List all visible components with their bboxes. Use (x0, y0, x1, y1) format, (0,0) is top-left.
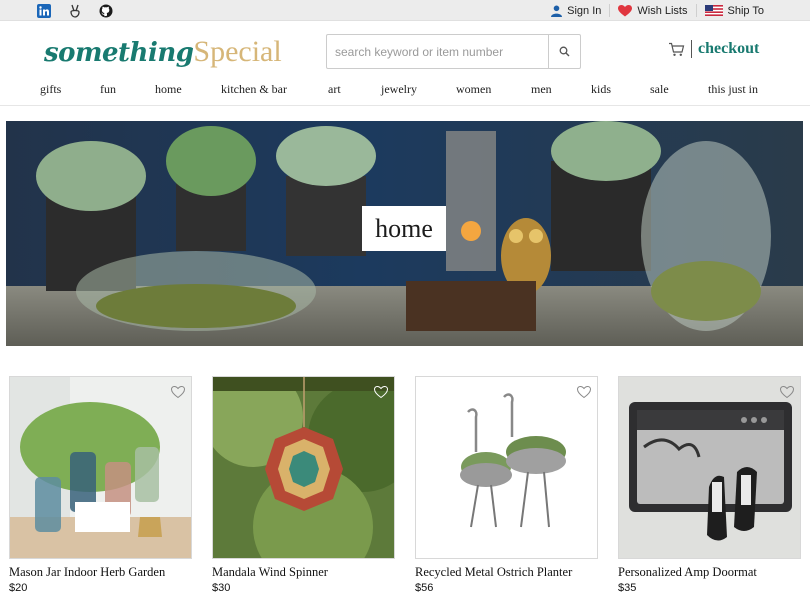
nav-this-just-in[interactable]: this just in (708, 82, 758, 97)
logo-part2: Special (193, 35, 282, 68)
product-price: $30 (212, 582, 231, 594)
nav-sale[interactable]: sale (650, 82, 669, 97)
linkedin-icon[interactable] (36, 3, 51, 18)
product-name[interactable]: Mason Jar Indoor Herb Garden (9, 565, 192, 580)
logo-part1: something (44, 38, 194, 68)
social-links (36, 3, 113, 18)
product-image[interactable] (415, 376, 598, 559)
product-card[interactable]: Personalized Amp Doormat $35 (618, 376, 801, 594)
nav-home[interactable]: home (155, 82, 182, 97)
product-name[interactable]: Recycled Metal Ostrich Planter (415, 565, 598, 580)
wishlists-label: Wish Lists (637, 4, 688, 17)
product-image[interactable] (618, 376, 801, 559)
product-price: $20 (9, 582, 28, 594)
wishlist-heart-icon[interactable] (577, 385, 591, 399)
nav-art[interactable]: art (328, 82, 341, 97)
nav-gifts[interactable]: gifts (40, 82, 61, 97)
product-name[interactable]: Personalized Amp Doormat (618, 565, 801, 580)
shipto-link[interactable]: Ship To (697, 3, 773, 18)
nav-jewelry[interactable]: jewelry (381, 82, 417, 97)
signin-label: Sign In (567, 4, 602, 17)
checkout-link[interactable]: checkout (668, 40, 759, 58)
search-icon (559, 46, 570, 57)
product-image[interactable] (212, 376, 395, 559)
product-card[interactable]: Recycled Metal Ostrich Planter $56 (415, 376, 598, 594)
product-name[interactable]: Mandala Wind Spinner (212, 565, 395, 580)
hero-category-label: home (362, 206, 446, 251)
nav-fun[interactable]: fun (100, 82, 116, 97)
main-nav: gifts fun home kitchen & bar art jewelry… (0, 82, 810, 106)
cart-icon (669, 42, 685, 56)
product-price: $35 (618, 582, 637, 594)
nav-women[interactable]: women (456, 82, 491, 97)
nav-kitchen-bar[interactable]: kitchen & bar (221, 82, 287, 97)
divider (691, 40, 692, 58)
product-card[interactable]: Mason Jar Indoor Herb Garden $20 (9, 376, 192, 594)
nav-men[interactable]: men (531, 82, 552, 97)
search-button[interactable] (548, 35, 580, 68)
product-image[interactable] (9, 376, 192, 559)
utility-links: Sign In Wish Lists Ship To (543, 3, 772, 18)
product-price: $56 (415, 582, 434, 594)
angellist-icon[interactable] (67, 3, 82, 18)
github-icon[interactable] (98, 3, 113, 18)
wishlists-link[interactable]: Wish Lists (610, 3, 695, 18)
top-utility-bar: Sign In Wish Lists Ship To (0, 0, 810, 21)
shipto-label: Ship To (727, 4, 765, 17)
user-icon (551, 5, 563, 17)
product-card[interactable]: Mandala Wind Spinner $30 (212, 376, 395, 594)
site-logo[interactable]: somethingSpecial (44, 33, 282, 72)
nav-kids[interactable]: kids (591, 82, 611, 97)
search-box (326, 34, 581, 69)
wishlist-heart-icon[interactable] (374, 385, 388, 399)
search-input[interactable] (327, 35, 548, 68)
wishlist-heart-icon[interactable] (171, 385, 185, 399)
checkout-label: checkout (698, 40, 760, 57)
wishlist-heart-icon[interactable] (780, 385, 794, 399)
heart-icon (618, 4, 633, 16)
signin-link[interactable]: Sign In (543, 3, 609, 18)
us-flag-icon (704, 5, 723, 16)
